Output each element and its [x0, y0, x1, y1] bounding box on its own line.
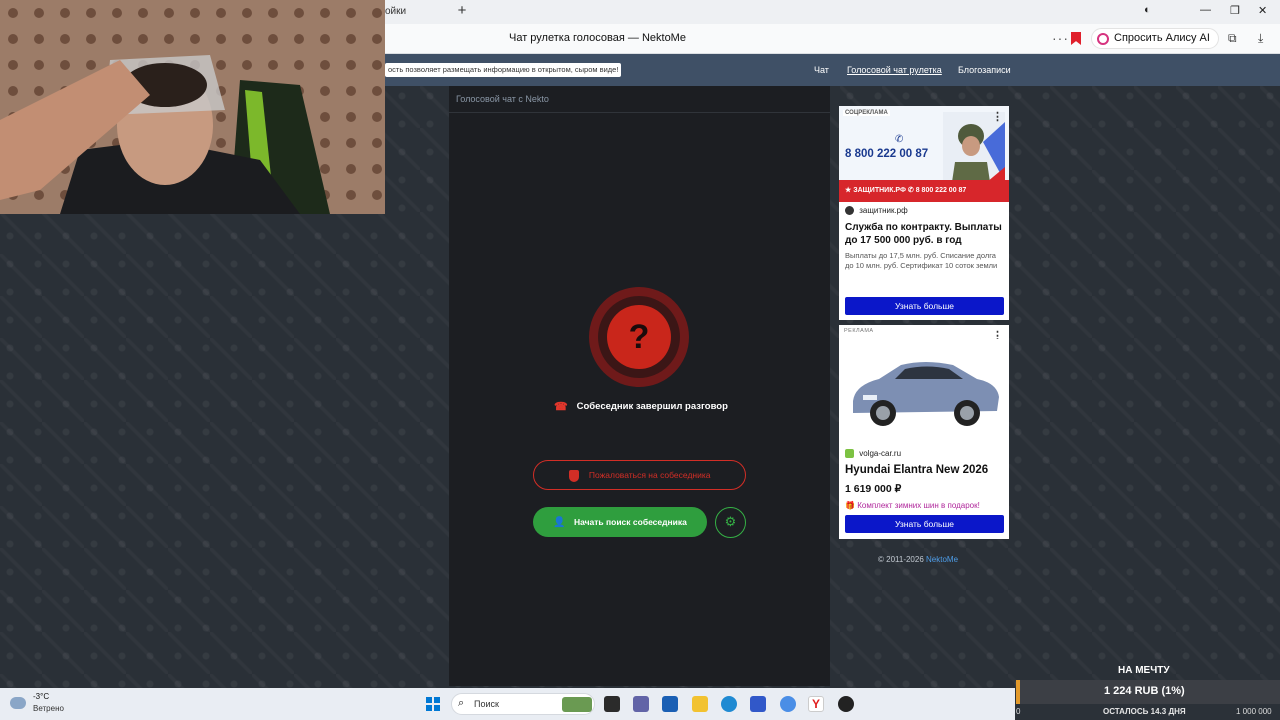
- ad-promo: 🎁 Комплект зимних шин в подарок!: [845, 501, 980, 510]
- collections-icon[interactable]: ⧉: [1228, 31, 1237, 46]
- file-explorer-icon[interactable]: [692, 696, 708, 712]
- alice-icon: [1097, 33, 1109, 45]
- ad-domain: volga-car.ru: [845, 449, 902, 459]
- more-options-icon[interactable]: ···: [1052, 30, 1069, 46]
- store-icon[interactable]: [662, 696, 678, 712]
- ad-price: 1 619 000 ₽: [845, 483, 902, 495]
- ad-badge: РЕКЛАМА: [844, 328, 874, 334]
- start-search-button[interactable]: 👤 Начать поиск собеседника: [533, 507, 707, 537]
- site-notice: ость позволяет размещать информацию в от…: [385, 63, 622, 77]
- sliders-icon: ⚙: [724, 514, 737, 529]
- hangup-phone-icon: ☎: [554, 401, 568, 413]
- ad-card-hyundai[interactable]: РЕКЛАМА ⋮ volga-car.ru Hyundai Elantra N…: [839, 325, 1009, 539]
- ad-banner[interactable]: СОЦРЕКЛАМА ✆ 8 800 222 00 87 ★ ЗАЩИТНИК.…: [839, 106, 1009, 202]
- chat-header-title: Голосовой чат с Nekto: [456, 94, 549, 104]
- search-icon: ⌕: [458, 697, 465, 709]
- weather-description[interactable]: Ветрено: [33, 704, 64, 713]
- copyright-text: © 2011-2026: [878, 555, 927, 564]
- obs-icon[interactable]: [838, 696, 854, 712]
- yandex-browser-icon[interactable]: Y: [808, 696, 824, 712]
- status-indicator: ?: [589, 287, 689, 387]
- report-partner-button[interactable]: Пожаловаться на собеседника: [533, 460, 746, 490]
- task-view-icon[interactable]: [604, 696, 620, 712]
- ask-alice-button[interactable]: Спросить Алису AI: [1091, 28, 1219, 49]
- arrow-circle-icon: [845, 206, 854, 216]
- new-tab-button[interactable]: +: [454, 3, 470, 19]
- taskbar-search[interactable]: ⌕ Поиск: [451, 693, 595, 715]
- ad-card-zashchitnik[interactable]: СОЦРЕКЛАМА ✆ 8 800 222 00 87 ★ ЗАЩИТНИК.…: [839, 106, 1009, 320]
- ad-menu-icon[interactable]: ⋮: [992, 110, 1003, 123]
- ad-domain-text: volga-car.ru: [859, 449, 902, 458]
- stream-goal-start: 0: [1016, 707, 1021, 716]
- ad-headline[interactable]: Hyundai Elantra New 2026: [845, 464, 1005, 477]
- app-icon[interactable]: [750, 696, 766, 712]
- ad-badge: СОЦРЕКЛАМА: [843, 110, 890, 116]
- page-title: Чат рулетка голосовая — NektoMe: [509, 32, 686, 44]
- call-ended-message: ☎ Собеседник завершил разговор: [554, 400, 728, 414]
- stream-goal-remaining: ОСТАЛОСЬ 14.3 ДНЯ: [1103, 707, 1186, 716]
- shield-icon: [568, 469, 579, 482]
- ask-alice-label: Спросить Алису AI: [1114, 32, 1210, 44]
- ad-cta-button[interactable]: Узнать больше: [845, 297, 1004, 315]
- ad-promo-text: Комплект зимних шин в подарок!: [857, 501, 980, 510]
- start-search-label: Начать поиск собеседника: [573, 517, 687, 527]
- checkmark-icon: [845, 449, 854, 459]
- phone-icon: ✆: [895, 134, 904, 145]
- nektome-link[interactable]: NektoMe: [926, 555, 958, 564]
- status-indicator-ring: ?: [598, 296, 680, 378]
- ad-cta-button[interactable]: Узнать больше: [845, 515, 1004, 533]
- teams-icon[interactable]: [633, 696, 649, 712]
- gift-icon: 🎁: [845, 501, 855, 510]
- filter-settings-button[interactable]: ⚙: [715, 507, 746, 538]
- weather-temperature[interactable]: -3°C: [33, 692, 49, 701]
- stream-goal-amount: 1 224 RUB (1%): [1104, 685, 1185, 697]
- report-partner-label: Пожаловаться на собеседника: [588, 470, 711, 480]
- stream-goal-title: НА МЕЧТУ: [1118, 665, 1170, 676]
- call-ended-text: Собеседник завершил разговор: [576, 401, 728, 413]
- edge-icon[interactable]: [721, 696, 737, 712]
- nav-chat[interactable]: Чат: [814, 65, 829, 75]
- restore-icon[interactable]: ❐: [1230, 4, 1240, 17]
- search-highlight-image: [562, 697, 592, 712]
- user-search-icon: 👤: [553, 517, 566, 528]
- webcam-overlay: [0, 0, 385, 214]
- minimize-icon[interactable]: —: [1200, 4, 1211, 16]
- windows-start-icon[interactable]: [426, 697, 440, 711]
- car-image: [845, 339, 1003, 443]
- nav-blog[interactable]: Блогозаписи: [958, 65, 1011, 75]
- nav-voice-roulette[interactable]: Голосовой чат рулетка: [847, 65, 942, 75]
- ad-banner-strip: ★ ЗАЩИТНИК.РФ ✆ 8 800 222 00 87: [839, 180, 1009, 202]
- chat-app-icon[interactable]: [780, 696, 796, 712]
- taskbar: -3°C Ветрено ⌕ Поиск Y: [0, 688, 1015, 720]
- browser-tab[interactable]: ойки: [385, 6, 406, 17]
- taskbar-search-placeholder: Поиск: [474, 699, 499, 709]
- ad-domain: защитник.рф: [845, 206, 908, 216]
- weather-wind-icon[interactable]: [10, 697, 26, 709]
- bookmark-icon[interactable]: [1071, 32, 1081, 45]
- question-mark-icon: ?: [607, 305, 671, 369]
- ad-headline[interactable]: Служба по контракту. Выплаты до 17 500 0…: [845, 221, 1005, 247]
- download-icon[interactable]: ⤓: [1258, 31, 1263, 46]
- profile-icon[interactable]: ◐: [1144, 4, 1151, 16]
- chat-header: Голосовой чат с Nekto: [449, 86, 830, 113]
- chat-panel: Голосовой чат с Nekto ? ☎ Собеседник зав…: [449, 86, 830, 686]
- webcam-placeholder: [0, 0, 385, 214]
- copyright: © 2011-2026 NektoMe: [878, 555, 958, 564]
- ad-domain-text: защитник.рф: [859, 206, 908, 215]
- ad-description: Выплаты до 17,5 млн. руб. Списание долга…: [845, 251, 998, 270]
- stream-goal-target: 1 000 000: [1236, 707, 1272, 716]
- ad-banner-phone: 8 800 222 00 87: [845, 148, 929, 160]
- close-icon[interactable]: ✕: [1258, 4, 1267, 17]
